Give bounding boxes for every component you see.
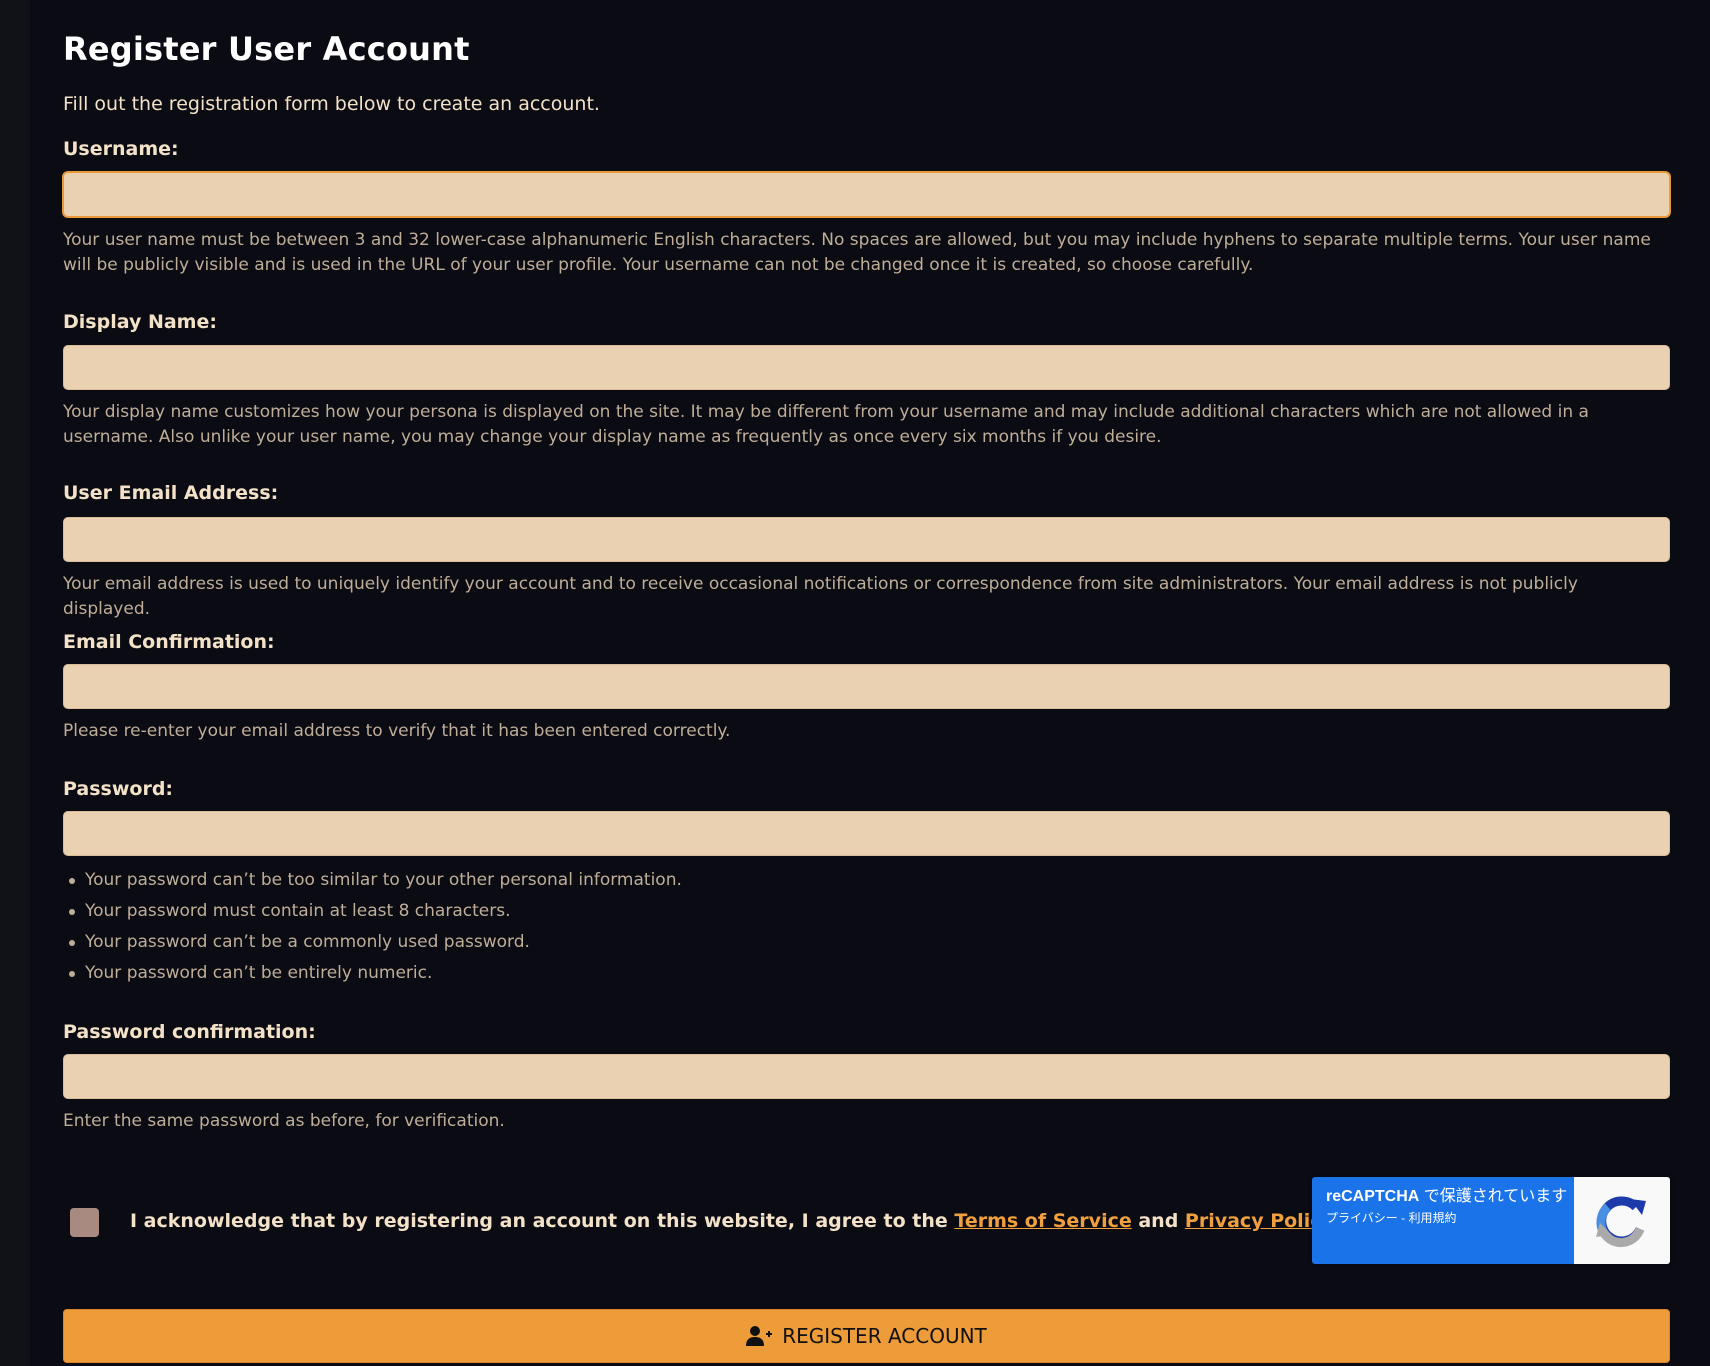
display-name-label: Display Name: — [63, 311, 217, 333]
recaptcha-brand: reCAPTCHA — [1326, 1188, 1420, 1205]
password-rules: Your password can’t be too similar to yo… — [63, 865, 682, 989]
email-label: User Email Address: — [63, 482, 279, 504]
display-name-input[interactable] — [63, 345, 1670, 390]
left-gutter — [0, 0, 30, 1366]
email-input[interactable] — [63, 517, 1670, 562]
username-label: Username: — [63, 138, 179, 160]
register-account-button[interactable]: REGISTER ACCOUNT — [63, 1309, 1670, 1363]
privacy-policy-link[interactable]: Privacy Policy — [1185, 1210, 1332, 1232]
recaptcha-protected: で保護されています — [1419, 1188, 1568, 1205]
recaptcha-protected-text: reCAPTCHA で保護されています — [1326, 1187, 1576, 1206]
acknowledge-prefix: I acknowledge that by registering an acc… — [130, 1210, 955, 1232]
email-confirm-input[interactable] — [63, 664, 1670, 709]
recaptcha-terms-link[interactable]: 利用規約 — [1408, 1211, 1456, 1225]
password-confirm-label: Password confirmation: — [63, 1021, 316, 1043]
acknowledge-middle: and — [1131, 1210, 1185, 1232]
password-confirm-help: Enter the same password as before, for v… — [63, 1111, 505, 1131]
password-rule: Your password can’t be too similar to yo… — [69, 865, 682, 896]
email-help: Your email address is used to uniquely i… — [63, 574, 1578, 619]
registration-page: Register User Account Fill out the regis… — [0, 0, 1710, 1366]
password-rule: Your password can’t be entirely numeric. — [69, 958, 682, 989]
recaptcha-logo-icon — [1574, 1177, 1670, 1264]
terms-of-service-link[interactable]: Terms of Service — [954, 1210, 1131, 1232]
recaptcha-text: reCAPTCHA で保護されています プライバシー - 利用規約 — [1326, 1187, 1576, 1226]
email-confirm-label: Email Confirmation: — [63, 631, 275, 653]
password-confirm-input[interactable] — [63, 1054, 1670, 1099]
password-rule: Your password must contain at least 8 ch… — [69, 896, 682, 927]
register-account-label: REGISTER ACCOUNT — [782, 1324, 987, 1348]
username-input[interactable] — [63, 172, 1670, 217]
page-intro: Fill out the registration form below to … — [63, 93, 600, 115]
acknowledge-row: I acknowledge that by registering an acc… — [63, 1177, 1670, 1267]
recaptcha-links: プライバシー - 利用規約 — [1326, 1209, 1576, 1226]
user-plus-icon — [746, 1325, 773, 1347]
password-input[interactable] — [63, 811, 1670, 856]
acknowledge-text: I acknowledge that by registering an acc… — [130, 1210, 1339, 1232]
display-name-help: Your display name customizes how your pe… — [63, 402, 1589, 447]
recaptcha-separator: - — [1397, 1211, 1409, 1225]
email-confirm-help: Please re-enter your email address to ve… — [63, 721, 731, 741]
username-help: Your user name must be between 3 and 32 … — [63, 230, 1651, 275]
recaptcha-badge[interactable]: reCAPTCHA で保護されています プライバシー - 利用規約 — [1312, 1177, 1670, 1264]
recaptcha-privacy-link[interactable]: プライバシー — [1326, 1211, 1398, 1225]
password-rule: Your password can’t be a commonly used p… — [69, 927, 682, 958]
acknowledge-checkbox[interactable] — [70, 1208, 99, 1237]
page-title: Register User Account — [63, 30, 470, 68]
password-label: Password: — [63, 778, 174, 800]
